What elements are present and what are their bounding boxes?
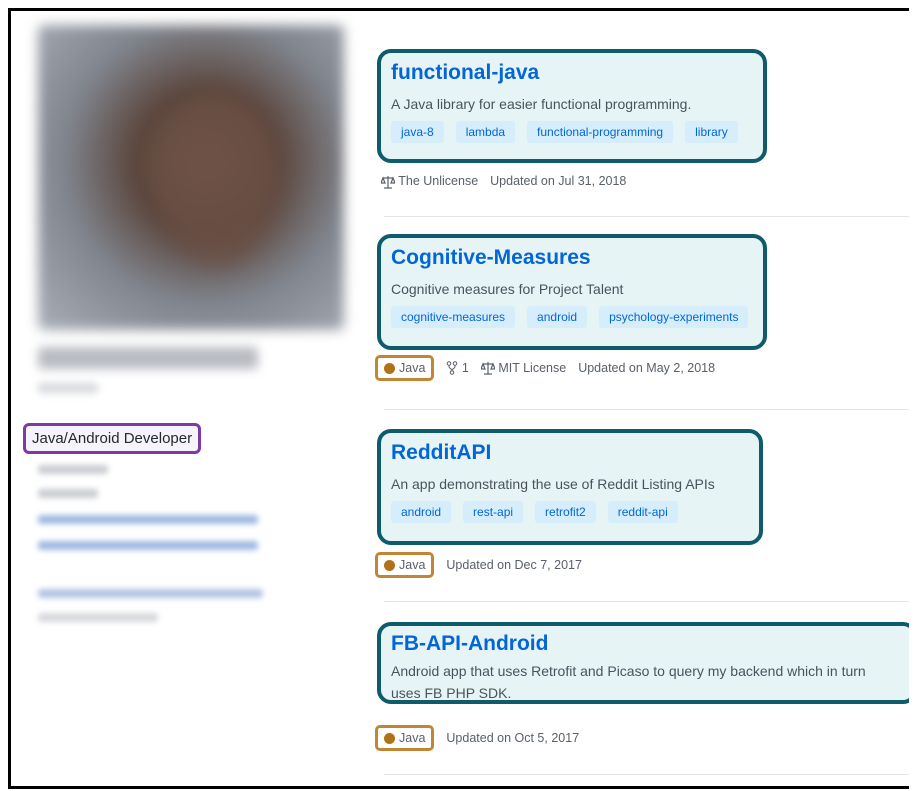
repo-divider — [384, 601, 909, 602]
profile-email-blurred[interactable] — [38, 515, 258, 524]
updated-label: Updated on Oct 5, 2017 — [446, 731, 580, 745]
repo-card-redditapi: RedditAPI An app demonstrating the use o… — [377, 429, 763, 545]
language-indicator: Java — [375, 725, 435, 751]
topic-tag[interactable]: android — [527, 306, 588, 328]
repo-meta: Java Updated on Dec 7, 2017 — [375, 552, 582, 578]
repo-title-link[interactable]: Cognitive-Measures — [391, 246, 753, 270]
language-color-dot — [384, 732, 395, 744]
repo-topics: java-8 lambda functional-programming lib… — [391, 121, 753, 143]
updated-label: Updated on May 2, 2018 — [578, 361, 716, 375]
updated-label: Updated on Dec 7, 2017 — [446, 558, 582, 572]
repo-description-line: Android app that uses Retrofit and Picas… — [391, 663, 866, 679]
language-color-dot — [384, 559, 395, 571]
topic-tag[interactable]: retrofit2 — [535, 501, 596, 523]
repo-description: Cognitive measures for Project Talent — [391, 281, 624, 297]
repo-divider — [384, 216, 909, 217]
profile-bio-text: Java/Android Developer — [32, 430, 193, 447]
forks-link[interactable]: 1 — [446, 360, 469, 376]
fork-icon — [447, 361, 458, 376]
repo-divider — [384, 409, 909, 410]
language-label: Java — [399, 361, 426, 375]
repo-meta: The Unlicense Updated on Jul 31, 2018 — [380, 174, 627, 189]
topic-tag[interactable]: functional-programming — [527, 121, 674, 143]
repo-title-link[interactable]: FB-API-Android — [391, 632, 903, 656]
profile-location-blurred — [38, 489, 98, 498]
topic-tag[interactable]: library — [685, 121, 738, 143]
profile-bio: Java/Android Developer — [23, 423, 202, 454]
repo-description: A Java library for easier functional pro… — [391, 96, 692, 112]
repo-card-cognitive-measures: Cognitive-Measures Cognitive measures fo… — [377, 234, 767, 350]
license-label: The Unlicense — [398, 174, 479, 188]
profile-website-blurred[interactable] — [38, 541, 258, 550]
topic-tag[interactable]: lambda — [455, 121, 516, 143]
repo-title-link[interactable]: functional-java — [391, 61, 753, 85]
license-label: MIT License — [498, 360, 567, 375]
repo-description-line: uses FB PHP SDK. — [391, 685, 512, 701]
profile-program-badge-blurred[interactable] — [38, 589, 263, 598]
license-info: The Unlicense — [380, 174, 479, 189]
block-report-link-blurred[interactable] — [38, 613, 158, 622]
repo-description: Android app that uses Retrofit and Picas… — [391, 660, 903, 704]
forks-count: 1 — [461, 360, 469, 375]
updated-label: Updated on Jul 31, 2018 — [490, 174, 627, 189]
screenshot-frame: Java/Android Developer functional-java A… — [8, 8, 909, 789]
language-indicator: Java — [375, 355, 435, 381]
topic-tag[interactable]: psychology-experiments — [599, 306, 749, 328]
repo-card-functional-java: functional-java A Java library for easie… — [377, 49, 767, 163]
language-label: Java — [399, 558, 426, 572]
repo-meta: Java Updated on Oct 5, 2017 — [375, 725, 580, 751]
topic-tag[interactable]: android — [391, 501, 452, 523]
language-indicator: Java — [375, 552, 435, 578]
profile-company-blurred — [38, 465, 108, 474]
law-scale-icon — [479, 362, 496, 375]
repo-description: An app demonstrating the use of Reddit L… — [391, 476, 715, 492]
repo-card-fb-api-android: FB-API-Android Android app that uses Ret… — [377, 622, 909, 704]
repo-topics: android rest-api retrofit2 reddit-api — [391, 501, 749, 523]
topic-tag[interactable]: reddit-api — [607, 501, 678, 523]
repo-divider — [384, 774, 909, 775]
topic-tag[interactable]: rest-api — [463, 501, 524, 523]
profile-username-blurred — [38, 383, 98, 393]
repo-topics: cognitive-measures android psychology-ex… — [391, 306, 753, 328]
topic-tag[interactable]: cognitive-measures — [391, 306, 516, 328]
topic-tag[interactable]: java-8 — [391, 121, 444, 143]
language-color-dot — [384, 362, 395, 374]
license-info: MIT License — [479, 360, 567, 376]
profile-name-blurred — [38, 347, 258, 369]
language-label: Java — [399, 731, 426, 745]
repo-title-link[interactable]: RedditAPI — [391, 441, 749, 465]
avatar-face-blur — [158, 95, 278, 265]
law-scale-icon — [380, 175, 396, 189]
repo-meta: Java 1 MIT License Updated on May 2, 201… — [375, 355, 716, 381]
